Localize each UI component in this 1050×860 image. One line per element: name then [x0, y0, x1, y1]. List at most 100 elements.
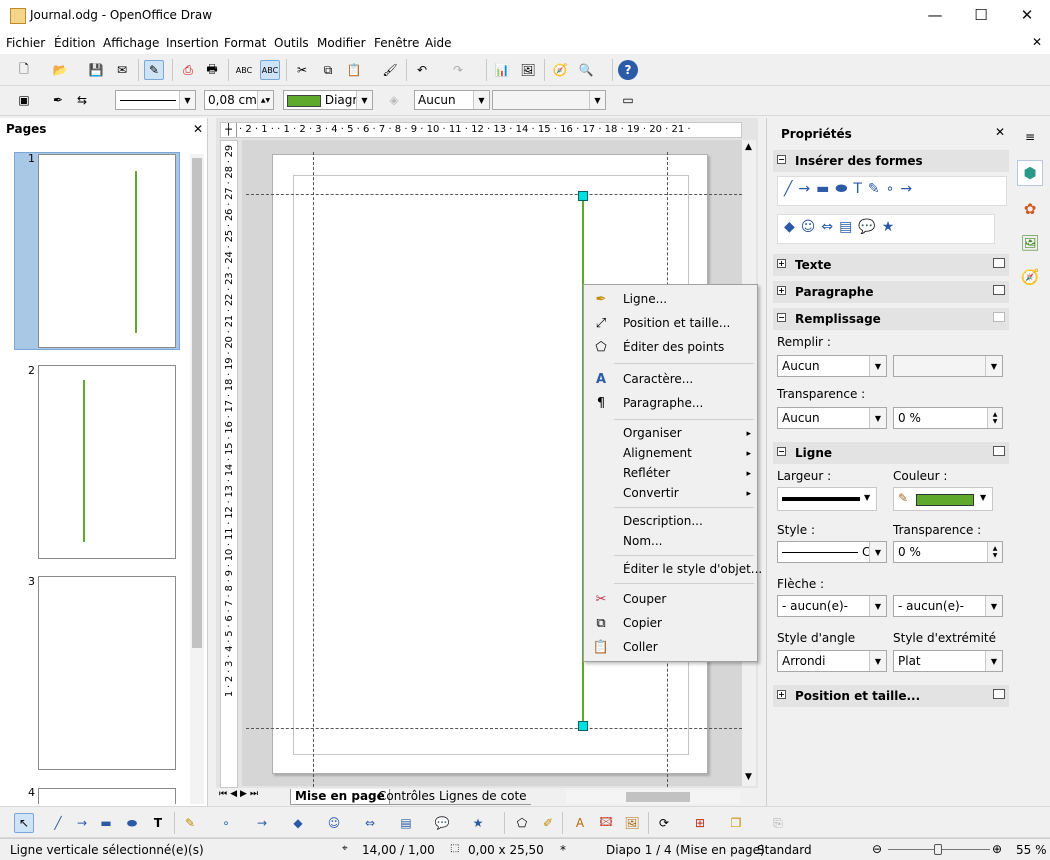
area-icon[interactable]: ◈	[384, 90, 404, 110]
menu-item-organiser[interactable]: Organiser	[623, 426, 682, 440]
line-style-select[interactable]: C ▼	[777, 541, 887, 563]
fill-select[interactable]: Aucun ▼	[777, 355, 887, 377]
zoom-icon[interactable]: 🔍	[576, 60, 596, 80]
ellipse-icon[interactable]: ⬬	[122, 813, 142, 833]
menu-item-ligne[interactable]: Ligne...	[623, 292, 667, 306]
zoom-slider[interactable]	[888, 844, 990, 855]
tab-navigation-icon[interactable]: ⏮◀▶⏭	[219, 789, 261, 799]
fill-transparency-field[interactable]: 0 % ▲ ▼	[893, 407, 1003, 429]
chart-icon[interactable]: 📊	[492, 60, 512, 80]
new-icon[interactable]: 🗋	[14, 60, 34, 80]
close-document-button[interactable]: ✕	[1032, 35, 1042, 49]
pages-panel-close[interactable]: ✕	[193, 122, 203, 136]
section-paragraphe[interactable]: + Paragraphe	[773, 281, 1009, 303]
save-icon[interactable]: 💾	[86, 60, 106, 80]
corner-style-select[interactable]: Arrondi ▼	[777, 650, 887, 672]
arrange-icon[interactable]: ❐	[726, 813, 746, 833]
minimize-button[interactable]: —	[912, 0, 958, 30]
callouts-icon[interactable]: 💬	[432, 813, 452, 833]
arrow-start-select[interactable]: - aucun(e)- ▼	[777, 595, 887, 617]
menu-item-convertir[interactable]: Convertir	[623, 486, 679, 500]
area-fill-select[interactable]: ▼	[492, 90, 606, 110]
symbol-shapes-icon[interactable]: ☺	[324, 813, 344, 833]
menu-item-position-taille[interactable]: Position et taille...	[623, 316, 730, 330]
navigator-deck-icon[interactable]: 🧭	[1017, 264, 1043, 290]
shapes-row-2[interactable]: ◆☺⇔▤💬★	[777, 214, 995, 244]
flowchart-icon[interactable]: ▤	[396, 813, 416, 833]
copy-icon[interactable]: ⧉	[318, 60, 338, 80]
menu-edition[interactable]: Édition	[54, 36, 96, 50]
menu-fenetre[interactable]: Fenêtre	[374, 36, 419, 50]
menu-item-description[interactable]: Description...	[623, 514, 703, 528]
line-color-select[interactable]: ✎ ▼	[893, 487, 993, 511]
help-icon[interactable]: ?	[618, 60, 638, 80]
print-icon[interactable]: 🖶	[202, 60, 222, 80]
points-icon[interactable]: ⬠	[512, 813, 532, 833]
autospellcheck-icon[interactable]: ABC	[260, 60, 280, 80]
page-thumbnail[interactable]	[38, 576, 176, 770]
menu-item-editer-style[interactable]: Éditer le style d'objet...	[623, 562, 762, 576]
menu-item-editer-points[interactable]: Éditer des points	[623, 340, 724, 354]
cap-style-select[interactable]: Plat ▼	[893, 650, 1003, 672]
zoom-slider-thumb[interactable]	[934, 844, 942, 855]
line-style-select[interactable]: ▼	[115, 90, 196, 110]
curve-icon[interactable]: ✎	[180, 813, 200, 833]
menu-item-alignement[interactable]: Alignement	[623, 446, 692, 460]
shapes-row-1[interactable]: ╱→▬⬬T✎∘→	[777, 176, 1007, 206]
menu-item-copier[interactable]: Copier	[623, 616, 662, 630]
maximize-button[interactable]: ☐	[958, 0, 1004, 30]
rectangle-icon[interactable]: ▬	[96, 813, 116, 833]
tab-stop-selector[interactable]: ┼	[221, 123, 237, 137]
arrow-style-icon[interactable]: ⇆	[72, 90, 92, 110]
from-file-icon[interactable]: 🖾	[596, 813, 616, 833]
line-width-select[interactable]: ▼	[777, 487, 877, 511]
gallery-toolbar-icon[interactable]: 🖼	[622, 813, 642, 833]
zoom-in-icon[interactable]: ⊕	[992, 842, 1002, 856]
shadow-icon[interactable]: ▭	[618, 90, 638, 110]
gallery-deck-icon[interactable]: 🖼	[1017, 230, 1043, 256]
selection-handle[interactable]	[578, 721, 588, 731]
rotate-icon[interactable]: ⟳	[654, 813, 674, 833]
select-icon[interactable]: ↖	[14, 813, 34, 833]
fill-transparency-select[interactable]: Aucun ▼	[777, 407, 887, 429]
canvas-scrollbar-horizontal[interactable]	[566, 790, 740, 804]
navigator-icon[interactable]: 🧭	[550, 60, 570, 80]
stars-icon[interactable]: ★	[468, 813, 488, 833]
section-inserer-formes[interactable]: − Insérer des formes	[773, 150, 1009, 172]
styles-icon[interactable]: ▣	[14, 90, 34, 110]
arrow-end-select[interactable]: - aucun(e)- ▼	[893, 595, 1003, 617]
status-zoom[interactable]: 55 %	[1016, 843, 1047, 857]
undo-icon[interactable]: ↶	[412, 60, 432, 80]
glue-points-icon[interactable]: ✐	[538, 813, 558, 833]
menu-fichier[interactable]: Fichier	[6, 36, 45, 50]
menu-aide[interactable]: Aide	[425, 36, 452, 50]
connector-icon[interactable]: ∘	[216, 813, 236, 833]
menu-item-couper[interactable]: Couper	[623, 592, 666, 606]
line-tool-icon[interactable]: ✒	[48, 90, 68, 110]
page-thumbnail[interactable]	[38, 788, 176, 804]
properties-close[interactable]: ✕	[995, 125, 1005, 139]
vertical-ruler[interactable]: 1 · 2 · 3 · 4 · 5 · 6 · 7 · 8 · 9 · 10 ·…	[220, 140, 238, 788]
alignment-icon[interactable]: ⊞	[690, 813, 710, 833]
menu-item-nom[interactable]: Nom...	[623, 534, 662, 548]
edit-file-icon[interactable]: ✎	[144, 60, 164, 80]
menu-affichage[interactable]: Affichage	[103, 36, 159, 50]
fontwork-icon[interactable]: A	[570, 813, 590, 833]
email-icon[interactable]: ✉	[112, 60, 132, 80]
menu-outils[interactable]: Outils	[274, 36, 309, 50]
menu-modifier[interactable]: Modifier	[317, 36, 366, 50]
area-style-select[interactable]: Aucun ▼	[414, 90, 490, 110]
tab-lignes-de-cote[interactable]: Lignes de cote	[435, 789, 531, 805]
section-ligne[interactable]: − Ligne	[773, 442, 1009, 464]
tab-controles[interactable]: Contrôles	[374, 789, 440, 805]
line-width-field[interactable]: 0,08 cm ▲▼	[204, 90, 274, 110]
open-icon[interactable]: 📂	[50, 60, 70, 80]
paste-icon[interactable]: 📋	[344, 60, 364, 80]
menu-item-caractere[interactable]: Caractère...	[623, 372, 693, 386]
gallery-icon[interactable]: 🖼	[518, 60, 538, 80]
menu-item-refleter[interactable]: Refléter	[623, 466, 670, 480]
section-position-taille[interactable]: + Position et taille...	[773, 685, 1009, 707]
deck-menu-icon[interactable]: ≡	[1017, 124, 1043, 150]
zoom-out-icon[interactable]: ⊖	[872, 842, 882, 856]
line-transparency-field[interactable]: 0 % ▲ ▼	[893, 541, 1003, 563]
